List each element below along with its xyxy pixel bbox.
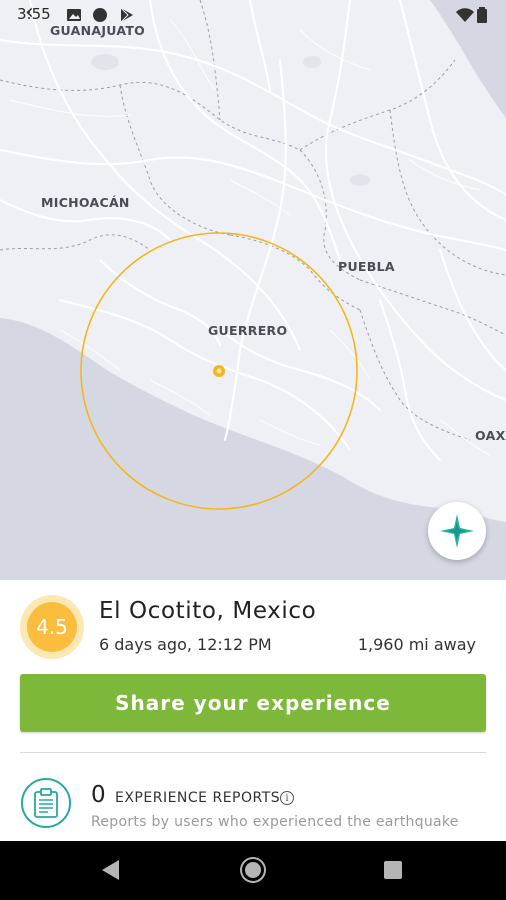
map-label-guerrero: GUERRERO [208,323,288,338]
divider [20,752,486,753]
report-subtitle: Reports by users who experienced the ear… [91,814,459,830]
map-label-puebla: PUEBLA [338,259,395,274]
magnitude-badge: 4.5 [20,595,84,659]
system-nav-bar [0,841,506,900]
quake-distance: 1,960 mi away [357,635,476,654]
compass-star-icon [440,514,474,548]
recenter-compass-button[interactable] [428,502,486,560]
info-icon[interactable]: i [280,791,294,805]
share-experience-button[interactable]: Share your experience [20,674,486,732]
report-label: EXPERIENCE REPORTS [115,790,281,806]
report-count: 0 [91,782,106,808]
earthquake-info-panel: 4.5 El Ocotito, Mexico 6 days ago, 12:12… [0,580,506,841]
battery-icon [477,7,487,23]
map-label-michoacan: MICHOACÁN [41,195,130,210]
map-label-oaxaca: OAXA [475,428,506,443]
status-bar: ‹ 3:55 [0,0,506,30]
wifi-icon [456,8,474,22]
circle-icon [93,8,107,22]
recent-square-icon[interactable] [384,861,402,879]
clipboard-icon [34,788,58,818]
quake-time: 6 days ago, 12:12 PM [99,635,272,654]
image-icon [67,9,81,21]
home-circle-icon[interactable] [242,859,264,881]
map-base-layer [0,0,506,580]
quake-location: El Ocotito, Mexico [99,598,317,624]
status-time: 3:55 [17,5,51,23]
back-triangle-icon[interactable] [102,860,119,880]
play-store-icon [120,7,133,23]
report-icon-circle [21,778,71,828]
magnitude-value: 4.5 [27,602,77,652]
map-view[interactable]: GUANAJUATO MICHOACÁN PUEBLA GUERRERO OAX… [0,0,506,580]
